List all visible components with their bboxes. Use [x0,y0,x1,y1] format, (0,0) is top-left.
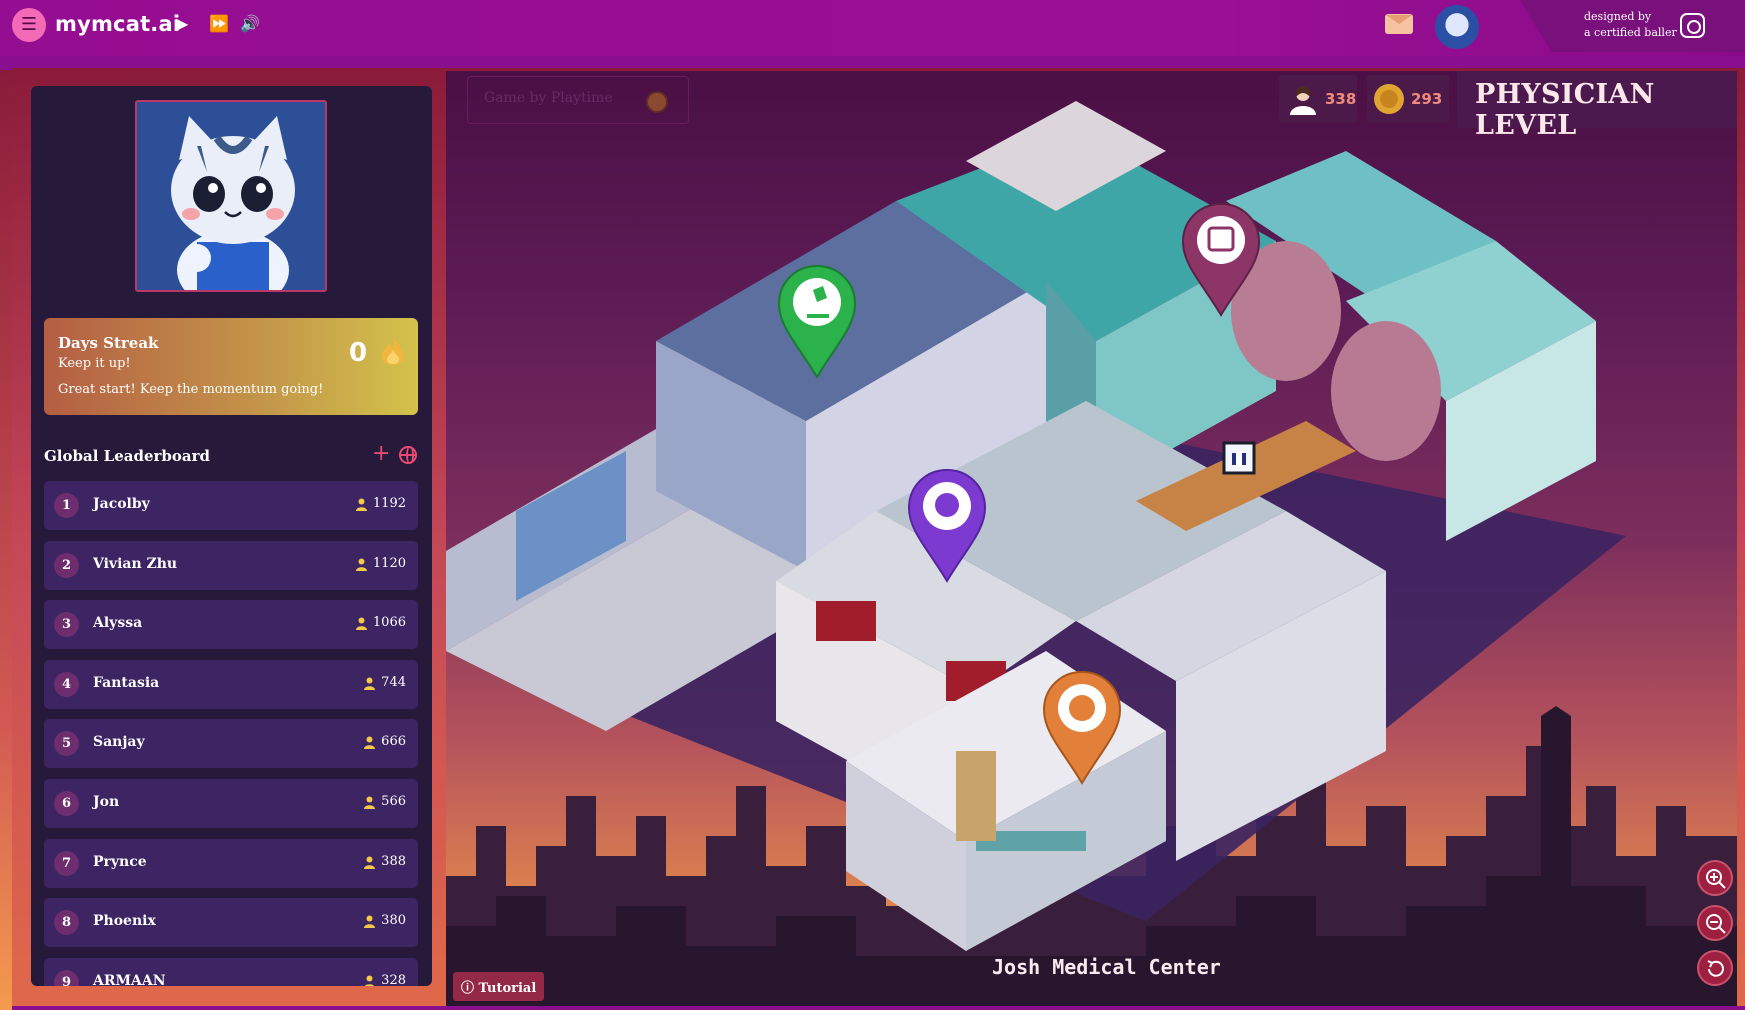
player-name: Jacolby [93,496,150,512]
patient-icon [364,796,375,809]
hospital-isometric [446,101,1626,951]
patient-icon [356,617,367,631]
designed-by-line1: designed by [1584,10,1652,23]
leaderboard-list: 1 Jacolby 1192 2 Vivian Zhu 1120 3 Alyss… [44,481,418,986]
menu-icon: ☰ [20,14,38,35]
reset-icon [1707,960,1724,977]
sidebar: Days Streak Keep it up! Great start! Kee… [31,86,432,986]
player-points: 380 [381,913,406,929]
patient-icon [364,856,375,869]
days-streak-card: Days Streak Keep it up! Great start! Kee… [44,318,418,415]
fast-forward-icon[interactable]: ⏩ [209,14,229,33]
level-banner: PHYSICIAN LEVEL [1457,71,1737,141]
leaderboard-row[interactable]: 9 ARMAAN 328 [44,957,418,986]
player-name: ARMAAN [93,972,166,986]
patient-icon [356,558,367,571]
level-text: PHYSICIAN LEVEL [1475,79,1655,141]
instagram-icon[interactable] [1680,13,1705,38]
leaderboard-title: Global Leaderboard [44,447,210,465]
player-name: Prynce [93,853,147,870]
medical-center-name: Josh Medical Center [992,955,1221,979]
brand-logo[interactable]: mymcat.ai [55,12,180,36]
reset-view-button[interactable] [1697,950,1733,986]
menu-button[interactable]: ☰ [12,8,46,42]
play-icon[interactable]: ▶ [176,14,188,33]
zoom-in-button[interactable] [1697,860,1733,896]
mail-icon[interactable] [1385,14,1413,34]
player-name: Fantasia [93,674,160,691]
flame-icon [382,337,404,365]
leaderboard-row[interactable]: 4 Fantasia 744 [44,659,418,709]
rank-badge: 2 [54,552,79,578]
leaderboard-row[interactable]: 1 Jacolby 1192 [44,481,418,530]
volume-icon[interactable]: 🔊 [240,14,260,33]
designed-by-text: designed by a certified baller [1584,9,1677,41]
rank-badge: 1 [54,493,79,518]
patient-icon [364,736,375,750]
streak-count: 0 [349,338,368,368]
brain-map-pin[interactable] [907,468,987,583]
zoom-out-button[interactable] [1697,905,1733,941]
patients-count: 338 [1325,90,1357,108]
cat-sprite[interactable] [1218,435,1260,481]
player-name: Jon [93,793,120,810]
user-avatar[interactable] [1435,5,1479,49]
info-icon: ⓘ [461,981,479,996]
streak-subtitle: Keep it up! [58,356,131,371]
player-points: 1066 [372,615,406,631]
coin-icon [1374,84,1404,114]
cat-mascot-portrait [135,100,327,292]
search-input[interactable] [484,90,624,106]
zoom-out-icon [1706,914,1726,934]
globe-icon[interactable] [399,446,417,464]
left-edge-strip [0,70,12,1010]
coins-stat: 293 [1367,75,1449,123]
tutorial-button[interactable]: ⓘ Tutorial [453,972,545,1001]
leaderboard-row[interactable]: 3 Alyssa 1066 [44,600,418,650]
patient-icon [364,915,375,929]
rank-badge: 9 [54,969,79,986]
rank-badge: 4 [54,671,79,697]
player-points: 1192 [372,496,406,511]
top-bar: ☰ mymcat.ai ▶ ⏩ 🔊 designed by a certifie… [0,0,1745,56]
zoom-in-icon [1706,869,1726,889]
leaderboard-row[interactable]: 6 Jon 566 [44,778,418,828]
player-name: Vivian Zhu [93,555,178,572]
leaderboard-row[interactable]: 2 Vivian Zhu 1120 [44,540,418,590]
patients-stat: 338 [1279,75,1357,123]
rank-badge: 8 [54,910,79,936]
rank-badge: 6 [54,790,79,816]
player-points: 388 [381,853,406,869]
player-points: 566 [381,793,406,809]
tutorial-label: Tutorial [478,981,537,996]
patient-icon [364,677,375,690]
patient-icon [356,498,367,511]
microscope-map-pin[interactable] [777,264,857,379]
patient-icon [1290,86,1316,115]
designed-by-line2: a certified baller [1584,26,1677,39]
player-name: Sanjay [93,734,145,751]
rank-badge: 3 [54,612,79,638]
search-box[interactable] [467,76,689,124]
leaderboard-row[interactable]: 7 Prynce 388 [44,838,418,888]
patient-icon [364,975,375,986]
player-name: Alyssa [93,615,143,632]
player-points: 1120 [372,555,406,571]
add-friend-icon[interactable]: + [372,441,390,466]
player-name: Phoenix [93,913,156,930]
streak-title: Days Streak [58,334,159,352]
coin-icon [646,91,668,113]
rank-badge: 7 [54,850,79,876]
mri-map-pin[interactable] [1181,202,1261,317]
streak-message: Great start! Keep the momentum going! [58,382,324,397]
player-points: 666 [381,734,406,750]
player-points: 744 [381,674,406,690]
game-map[interactable]: 338 293 PHYSICIAN LEVEL Josh Medical Cen… [446,71,1737,1006]
coins-count: 293 [1411,90,1443,108]
globe-map-pin[interactable] [1042,670,1122,785]
leaderboard-row[interactable]: 8 Phoenix 380 [44,898,418,948]
player-points: 328 [381,972,406,986]
rank-badge: 5 [54,731,79,757]
leaderboard-row[interactable]: 5 Sanjay 666 [44,719,418,769]
